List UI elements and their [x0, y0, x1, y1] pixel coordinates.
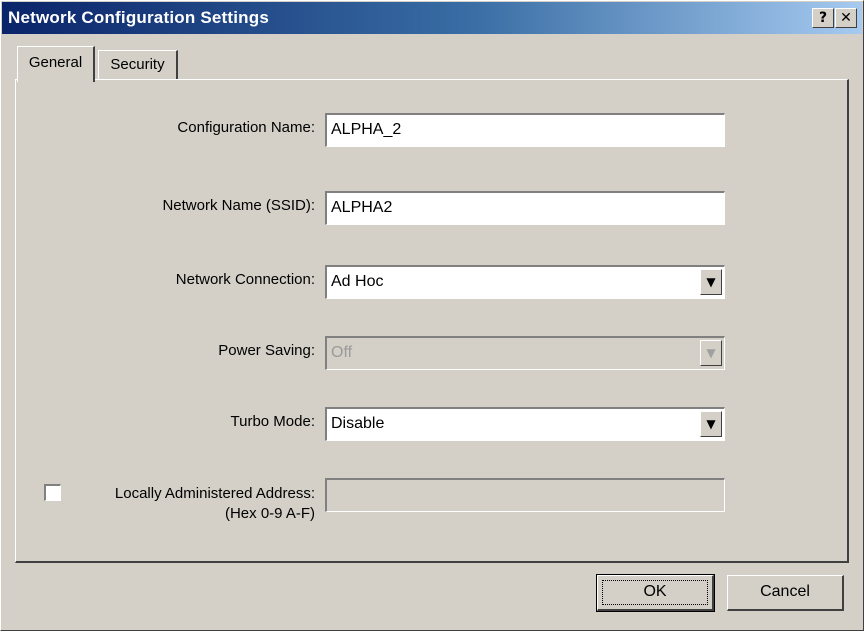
network-connection-select[interactable]: Ad Hoc ▼: [325, 265, 725, 299]
power-saving-label: Power Saving:: [218, 342, 315, 359]
chevron-down-icon: ▼: [700, 340, 722, 366]
laa-input: [325, 478, 725, 512]
config-name-label: Configuration Name:: [177, 119, 315, 136]
window-title: Network Configuration Settings: [8, 8, 269, 27]
help-icon: ?: [818, 10, 828, 26]
help-button[interactable]: ?: [812, 8, 834, 28]
focus-ring: [602, 580, 708, 605]
ok-button[interactable]: OK: [596, 574, 715, 612]
tab-general-label: General: [28, 54, 83, 71]
title-bar[interactable]: Network Configuration Settings ? ✕: [2, 2, 862, 34]
dialog-window: Network Configuration Settings ? ✕ Gener…: [0, 0, 864, 631]
chevron-down-icon[interactable]: ▼: [700, 411, 722, 437]
cancel-button-label: Cancel: [760, 583, 810, 600]
config-name-input[interactable]: ALPHA_2: [325, 113, 725, 147]
laa-checkbox[interactable]: [44, 484, 61, 501]
ssid-input[interactable]: ALPHA2: [325, 191, 725, 225]
laa-label-line2: (Hex 0-9 A-F): [224, 505, 315, 522]
tab-general[interactable]: General: [17, 46, 95, 82]
cancel-button[interactable]: Cancel: [727, 575, 844, 611]
close-icon: ✕: [840, 10, 852, 26]
tab-security-label: Security: [110, 56, 165, 73]
turbo-mode-select[interactable]: Disable ▼: [325, 407, 725, 441]
network-connection-label: Network Connection:: [175, 271, 315, 288]
turbo-mode-label: Turbo Mode:: [230, 413, 316, 430]
close-button[interactable]: ✕: [835, 8, 857, 28]
power-saving-select: Off ▼: [325, 336, 725, 370]
laa-label-line1: Locally Administered Address:: [114, 485, 315, 502]
chevron-down-icon[interactable]: ▼: [700, 269, 722, 295]
turbo-mode-value: Disable: [331, 415, 385, 432]
power-saving-value: Off: [331, 344, 353, 361]
laa-label: Locally Administered Address: (Hex 0-9 A…: [71, 484, 315, 524]
ssid-label: Network Name (SSID):: [162, 197, 315, 214]
tab-security[interactable]: Security: [98, 50, 178, 80]
network-connection-value: Ad Hoc: [331, 273, 384, 290]
